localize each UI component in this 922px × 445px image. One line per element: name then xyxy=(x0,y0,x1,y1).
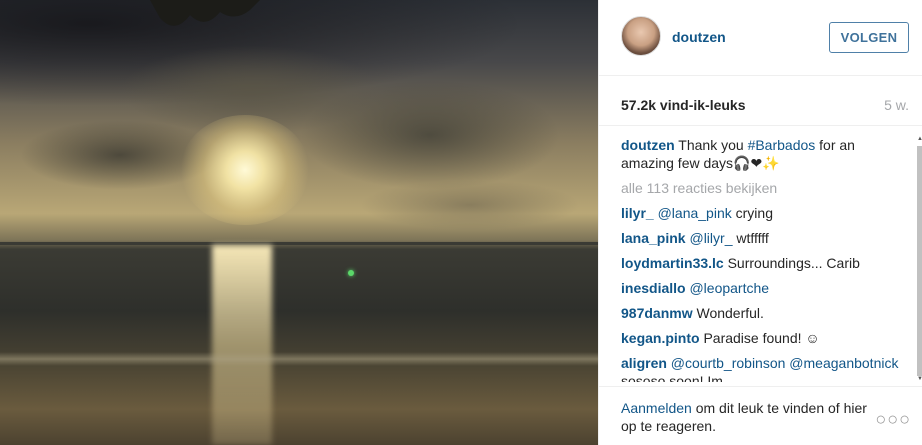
comment-text: sososo soon! Im xyxy=(621,373,723,382)
comment-text: Wonderful. xyxy=(696,305,764,321)
view-all-comments-link[interactable]: alle 113 reacties bekijken xyxy=(621,179,911,197)
wave xyxy=(0,352,598,366)
comment-mention[interactable]: @courtb_robinson @meaganbotnick xyxy=(671,355,899,371)
caption: doutzen Thank you #Barbados for an amazi… xyxy=(621,136,911,172)
comment: lana_pink @lilyr_ wtfffff xyxy=(621,229,911,247)
login-prompt: Aanmelden om dit leuk te vinden of hier … xyxy=(621,399,871,435)
follow-button[interactable]: VOLGEN xyxy=(829,22,909,53)
scroll-thumb[interactable] xyxy=(917,146,922,376)
comment-username[interactable]: loydmartin33.lc xyxy=(621,255,724,271)
tree-leaves xyxy=(150,0,260,26)
comment-username[interactable]: lilyr_ xyxy=(621,205,654,221)
scroll-up-arrow-icon[interactable]: ▲ xyxy=(917,136,922,142)
hashtag-link[interactable]: #Barbados xyxy=(748,137,816,153)
comment: 987danmw Wonderful. xyxy=(621,304,911,322)
avatar[interactable] xyxy=(621,16,661,56)
comments-list: doutzen Thank you #Barbados for an amazi… xyxy=(621,136,911,382)
comment-text: wtfffff xyxy=(732,230,769,246)
comment-username[interactable]: 987danmw xyxy=(621,305,693,321)
post-side-panel: doutzen VOLGEN 57.2k vind-ik-leuks 5 w. … xyxy=(598,0,922,445)
scroll-down-arrow-icon[interactable]: ▼ xyxy=(917,376,922,382)
post-photo[interactable] xyxy=(0,0,598,445)
comment-mention[interactable]: @lilyr_ xyxy=(689,230,732,246)
comments-scrollbar[interactable]: ▲ ▼ xyxy=(917,136,922,382)
cloud xyxy=(360,180,580,230)
sun xyxy=(180,115,310,225)
comment-mention[interactable]: @lana_pink xyxy=(658,205,732,221)
caption-username[interactable]: doutzen xyxy=(621,137,675,153)
comment: kegan.pinto Paradise found! ☺ xyxy=(621,329,911,347)
login-link[interactable]: Aanmelden xyxy=(621,400,692,416)
comment: inesdiallo @leopartche xyxy=(621,279,911,297)
comment-text: Surroundings... Carib xyxy=(727,255,860,271)
comment: aligren @courtb_robinson @meaganbotnick … xyxy=(621,354,911,382)
comment: loydmartin33.lc Surroundings... Carib xyxy=(621,254,911,272)
lens-flare xyxy=(348,270,354,276)
comment-username[interactable]: kegan.pinto xyxy=(621,330,700,346)
sun-reflection xyxy=(212,245,272,445)
post-header: doutzen VOLGEN xyxy=(599,0,922,76)
caption-text-start: Thank you xyxy=(678,137,748,153)
likes-count[interactable]: 57.2k vind-ik-leuks xyxy=(621,97,746,113)
comment-username[interactable]: inesdiallo xyxy=(621,280,686,296)
post-stats: 57.2k vind-ik-leuks 5 w. xyxy=(599,76,922,126)
comment-username[interactable]: aligren xyxy=(621,355,667,371)
comment-username[interactable]: lana_pink xyxy=(621,230,686,246)
comment-mention[interactable]: @leopartche xyxy=(689,280,769,296)
comment: lilyr_ @lana_pink crying xyxy=(621,204,911,222)
username-link[interactable]: doutzen xyxy=(672,29,726,45)
horizon xyxy=(0,242,598,245)
comment-text: crying xyxy=(731,205,773,221)
post-age[interactable]: 5 w. xyxy=(884,97,909,113)
more-options-icon[interactable]: ○○○ xyxy=(875,409,911,430)
cloud xyxy=(300,80,560,190)
comment-text: Paradise found! ☺ xyxy=(703,330,820,346)
post-footer: Aanmelden om dit leuk te vinden of hier … xyxy=(599,386,922,445)
